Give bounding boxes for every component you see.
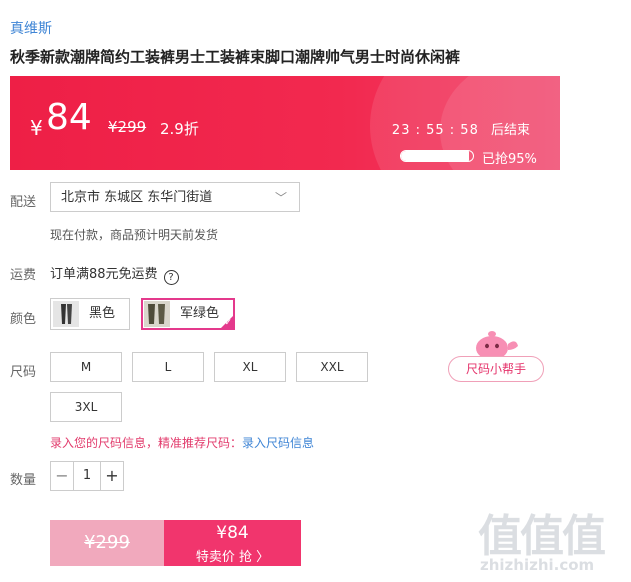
buy-action-label: 特卖价 抢 〉 [195,550,270,565]
quantity-label: 数量 [10,473,37,488]
color-thumbnail [144,301,170,327]
watermark-logo-text: 值值值 [478,511,606,562]
currency-symbol: ¥ [30,116,43,140]
shipping-info: 订单满88元免运费? [50,263,179,285]
countdown-time: 23 : 55 : 58 [391,123,479,138]
quantity-minus-button[interactable]: − [51,462,73,490]
color-label: 颜色 [10,312,37,327]
size-option-m[interactable]: M [50,352,122,382]
watermark-logo: 值值值 zhizhizhi.com [478,500,628,580]
buy-price: ¥84 [216,523,249,543]
chevron-down-icon: ﹀ [274,191,287,205]
quantity-input[interactable]: 1 [73,462,101,490]
color-option-label: 黑色 [89,306,116,321]
size-option-xxl[interactable]: XXL [296,352,368,382]
color-option-label: 军绿色 [180,306,220,321]
check-icon: ✓ [224,318,232,328]
shipping-text: 订单满88元免运费 [50,267,158,282]
sold-progress-text: 已抢95% [482,152,537,167]
size-option-xl[interactable]: XL [214,352,286,382]
size-option-3xl[interactable]: 3XL [50,392,122,422]
delivery-label: 配送 [10,195,37,210]
product-title: 秋季新款潮牌简约工装裤男士工装裤束脚口潮牌帅气男士时尚休闲裤 [10,48,461,66]
color-option-black[interactable]: 黑色 [50,298,130,330]
discount-label: 2.9折 [160,120,199,138]
original-price: ¥299 [108,118,147,136]
buy-now-button[interactable]: ¥84 特卖价 抢 〉 [164,520,301,566]
price-banner: ¥ 84 ¥299 2.9折 23 : 55 : 58 后结束 已抢95% [10,76,560,170]
delivery-address: 北京市 东城区 东华门街道 [61,190,213,205]
size-info-link[interactable]: 录入尺码信息 [242,436,314,450]
color-option-army-green[interactable]: 军绿色 ✓ [141,298,235,330]
brand-name[interactable]: 真维斯 [10,18,52,38]
shipping-label: 运费 [10,268,37,283]
help-icon[interactable]: ? [163,270,179,285]
countdown-timer: 23 : 55 : 58 后结束 [392,119,530,138]
sold-progress-bar [400,150,474,162]
countdown-suffix: 后结束 [490,123,530,138]
size-tip-text: 录入您的尺码信息，精准推荐尺码： [50,436,243,450]
buy-original-price[interactable]: ¥299 [50,520,164,566]
delivery-note: 现在付款，商品预计明天前发货 [50,228,219,242]
size-label: 尺码 [10,365,37,380]
quantity-plus-button[interactable]: + [101,462,123,490]
size-helper-button[interactable]: 尺码小帮手 [448,356,544,382]
size-tip: 录入您的尺码信息，精准推荐尺码：录入尺码信息 [50,434,314,451]
color-thumbnail [53,301,79,327]
current-price: 84 [46,97,92,138]
delivery-address-select[interactable]: 北京市 东城区 东华门街道 ﹀ [50,182,300,212]
quantity-stepper[interactable]: − 1 + [50,461,124,491]
size-option-l[interactable]: L [132,352,204,382]
sold-progress-fill [401,151,470,161]
watermark-site: zhizhizhi.com [480,556,595,574]
